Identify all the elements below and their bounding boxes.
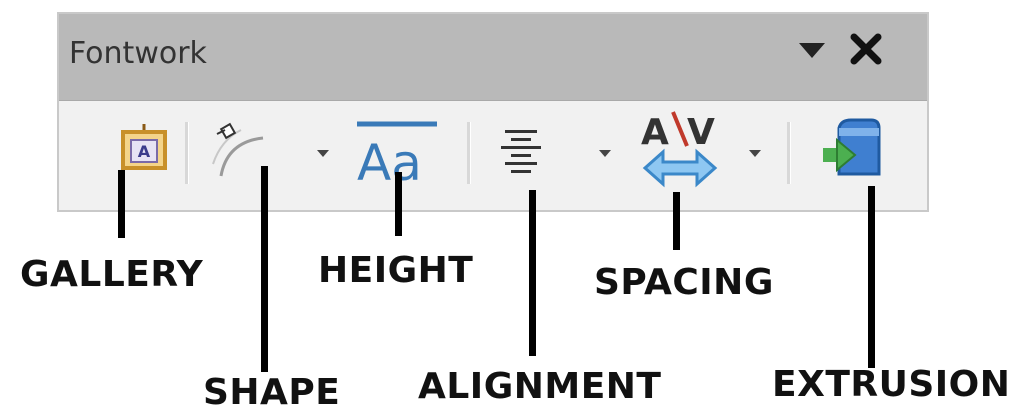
shape-leader-line bbox=[261, 166, 268, 372]
spacing-callout-label: SPACING bbox=[594, 262, 774, 303]
gallery-button[interactable]: A bbox=[119, 122, 169, 178]
alignment-leader-line bbox=[529, 190, 536, 356]
svg-text:A: A bbox=[641, 112, 669, 153]
fontwork-toolbar: Fontwork A Aa A V bbox=[57, 12, 929, 212]
gallery-leader-line bbox=[118, 170, 125, 238]
close-icon[interactable] bbox=[849, 32, 883, 70]
alignment-callout-label: ALIGNMENT bbox=[418, 366, 662, 407]
shape-callout-label: SHAPE bbox=[203, 372, 341, 413]
character-spacing-icon: A V bbox=[641, 111, 718, 188]
svg-text:Aa: Aa bbox=[357, 134, 422, 186]
toolbar-title: Fontwork bbox=[69, 36, 207, 71]
extrusion-leader-line bbox=[868, 186, 875, 368]
spacing-button[interactable]: A V bbox=[637, 106, 725, 194]
dropdown-triangle-icon[interactable] bbox=[797, 40, 827, 66]
fontwork-gallery-icon: A bbox=[121, 124, 167, 170]
alignment-dropdown-arrow[interactable] bbox=[599, 150, 611, 157]
extrusion-callout-label: EXTRUSION bbox=[772, 364, 1011, 405]
svg-text:A: A bbox=[138, 142, 151, 161]
spacing-leader-line bbox=[673, 192, 680, 250]
height-leader-line bbox=[395, 172, 402, 236]
toggle-extrusion-icon bbox=[823, 118, 881, 176]
shape-dropdown-arrow[interactable] bbox=[317, 150, 329, 157]
toolbar-separator bbox=[185, 122, 189, 184]
toolbar-separator bbox=[787, 122, 791, 184]
height-callout-label: HEIGHT bbox=[318, 250, 474, 291]
spacing-dropdown-arrow[interactable] bbox=[749, 150, 761, 157]
toolbar-titlebar[interactable]: Fontwork bbox=[59, 14, 927, 101]
align-center-icon bbox=[501, 130, 541, 173]
extrusion-button[interactable] bbox=[819, 118, 885, 184]
svg-text:V: V bbox=[687, 112, 715, 153]
toolbar-separator bbox=[467, 122, 471, 184]
gallery-callout-label: GALLERY bbox=[20, 254, 204, 295]
alignment-button[interactable] bbox=[499, 128, 543, 178]
